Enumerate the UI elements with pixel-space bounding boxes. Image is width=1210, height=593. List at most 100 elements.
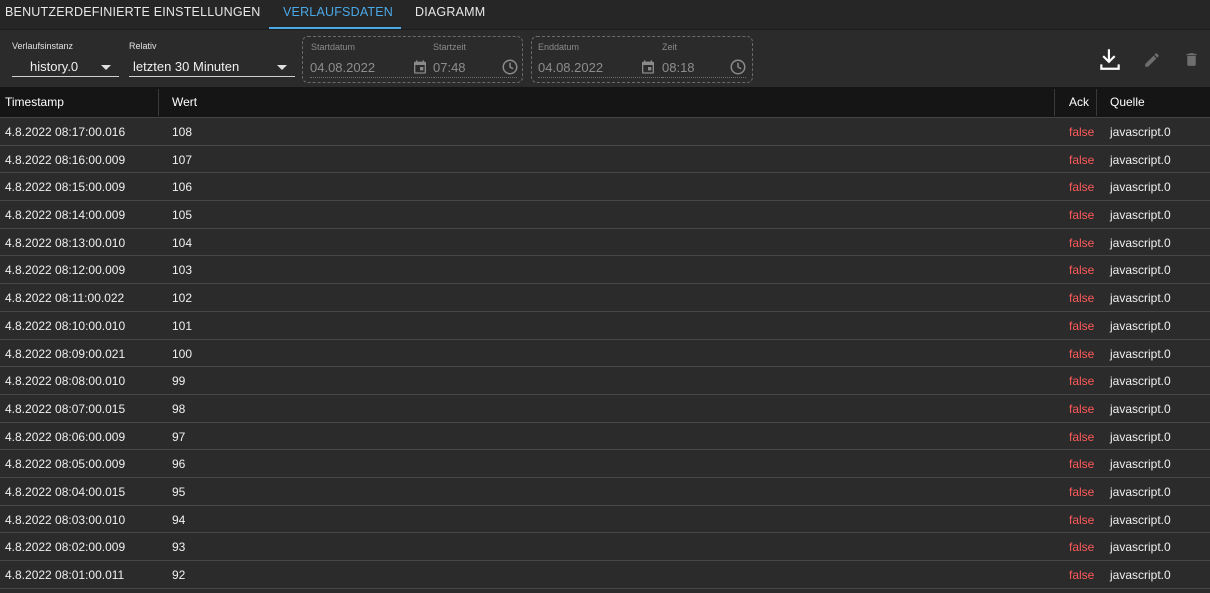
source-cell: javascript.0: [1110, 180, 1171, 195]
timestamp-cell: 4.8.2022 08:11:00.022: [5, 291, 125, 306]
value-cell: 93: [172, 540, 186, 555]
value-cell: 101: [172, 318, 193, 333]
divider: [310, 77, 434, 78]
instance-select[interactable]: history.0: [12, 55, 119, 77]
tab-history-data[interactable]: VERLAUFSDATEN: [283, 0, 393, 30]
column-divider[interactable]: [1096, 89, 1097, 116]
value-cell: 95: [172, 484, 186, 499]
table-row[interactable]: 4.8.2022 08:04:00.015 95 false javascript.0: [0, 478, 1210, 506]
column-header-ack[interactable]: Ack: [1069, 95, 1089, 109]
table-row[interactable]: 4.8.2022 08:11:00.022 102 false javascript.…: [0, 284, 1210, 312]
source-cell: javascript.0: [1110, 318, 1171, 333]
start-date-label: Startdatum: [311, 42, 356, 52]
start-time-input[interactable]: 07:48: [433, 60, 466, 75]
value-cell: 97: [172, 429, 186, 444]
source-cell: javascript.0: [1110, 346, 1171, 361]
timestamp-cell: 4.8.2022 08:14:00.009: [5, 208, 126, 223]
toolbar: Verlaufsinstanz history.0 Relativ letzte…: [0, 30, 1210, 87]
ack-cell: false: [1069, 208, 1095, 223]
calendar-icon[interactable]: [412, 59, 428, 75]
download-icon[interactable]: [1097, 46, 1123, 72]
source-cell: javascript.0: [1110, 291, 1171, 306]
table-row[interactable]: 4.8.2022 08:06:00.009 97 false javascript.0: [0, 423, 1210, 451]
table-row[interactable]: 4.8.2022 08:08:00.010 99 false javascript.0: [0, 367, 1210, 395]
chevron-down-icon: [277, 65, 287, 70]
source-cell: javascript.0: [1110, 512, 1171, 527]
timestamp-cell: 4.8.2022 08:02:00.009: [5, 540, 126, 555]
table-header: Timestamp Wert Ack Quelle: [0, 87, 1210, 118]
end-time-input[interactable]: 08:18: [662, 60, 695, 75]
timestamp-cell: 4.8.2022 08:03:00.010: [5, 512, 126, 527]
end-group: Enddatum 04.08.2022 Zeit 08:18: [531, 36, 753, 83]
timestamp-cell: 4.8.2022 08:16:00.009: [5, 152, 126, 167]
table-row[interactable]: 4.8.2022 08:07:00.015 98 false javascript.0: [0, 395, 1210, 423]
relative-select[interactable]: letzten 30 Minuten: [129, 55, 295, 77]
table-row[interactable]: 4.8.2022 08:01:00.011 92 false javascript.0: [0, 561, 1210, 589]
end-time-label: Zeit: [662, 42, 678, 52]
table-row[interactable]: 4.8.2022 08:09:00.021 100 false javascript.…: [0, 340, 1210, 368]
table-row[interactable]: 4.8.2022 08:05:00.009 96 false javascript.0: [0, 450, 1210, 478]
value-cell: 102: [172, 291, 193, 306]
divider: [662, 77, 746, 78]
calendar-icon[interactable]: [640, 59, 656, 75]
column-divider[interactable]: [1054, 89, 1055, 116]
timestamp-cell: 4.8.2022 08:10:00.010: [5, 318, 126, 333]
start-time-label: Startzeit: [433, 42, 467, 52]
tab-custom-settings[interactable]: BENUTZERDEFINIERTE EINSTELLUNGEN: [5, 0, 261, 30]
timestamp-cell: 4.8.2022 08:09:00.021: [5, 346, 126, 361]
source-cell: javascript.0: [1110, 125, 1171, 139]
value-cell: 92: [172, 568, 186, 582]
tab-chart[interactable]: DIAGRAMM: [415, 0, 485, 30]
value-cell: 106: [172, 180, 193, 195]
table-row[interactable]: 4.8.2022 08:16:00.009 107 false javascript.…: [0, 146, 1210, 174]
ack-cell: false: [1069, 235, 1095, 250]
end-date-label: Enddatum: [538, 42, 580, 52]
ack-cell: false: [1069, 346, 1095, 361]
clock-icon[interactable]: [501, 58, 519, 76]
divider: [433, 77, 517, 78]
table-row[interactable]: 4.8.2022 08:10:00.010 101 false javascript.…: [0, 312, 1210, 340]
column-divider[interactable]: [158, 89, 159, 116]
ack-cell: false: [1069, 291, 1095, 306]
timestamp-cell: 4.8.2022 08:17:00.016: [5, 125, 126, 139]
ack-cell: false: [1069, 180, 1095, 195]
clock-icon[interactable]: [729, 58, 747, 76]
table-row[interactable]: 4.8.2022 08:14:00.009 105 false javascript.…: [0, 201, 1210, 229]
source-cell: javascript.0: [1110, 429, 1171, 444]
table-row[interactable]: 4.8.2022 08:03:00.010 94 false javascript.0: [0, 506, 1210, 534]
table-row[interactable]: 4.8.2022 08:15:00.009 106 false javascript.…: [0, 173, 1210, 202]
column-header-value[interactable]: Wert: [172, 95, 197, 109]
value-cell: 100: [172, 346, 193, 361]
relative-label: Relativ: [129, 41, 157, 51]
ack-cell: false: [1069, 152, 1095, 167]
source-cell: javascript.0: [1110, 401, 1171, 416]
source-cell: javascript.0: [1110, 457, 1171, 472]
table-row[interactable]: 4.8.2022 08:13:00.010 104 false javascript.…: [0, 229, 1210, 257]
timestamp-cell: 4.8.2022 08:07:00.015: [5, 401, 126, 416]
table-row[interactable]: 4.8.2022 08:17:00.016 108 false javascript.…: [0, 118, 1210, 146]
active-tab-indicator: [269, 27, 401, 29]
instance-label: Verlaufsinstanz: [12, 41, 74, 51]
start-date-input[interactable]: 04.08.2022: [310, 60, 375, 75]
ack-cell: false: [1069, 263, 1095, 278]
value-cell: 107: [172, 152, 193, 167]
ack-cell: false: [1069, 512, 1095, 527]
value-cell: 103: [172, 263, 193, 278]
ack-cell: false: [1069, 374, 1095, 389]
trash-icon[interactable]: [1183, 51, 1200, 68]
table-row[interactable]: 4.8.2022 08:12:00.009 103 false javascript.…: [0, 256, 1210, 285]
column-header-timestamp[interactable]: Timestamp: [5, 95, 64, 109]
value-cell: 105: [172, 208, 193, 223]
table-body: 4.8.2022 08:17:00.016 108 false javascript.…: [0, 118, 1210, 589]
divider: [538, 77, 662, 78]
value-cell: 98: [172, 401, 186, 416]
table-row[interactable]: 4.8.2022 08:02:00.009 93 false javascript.0: [0, 533, 1210, 561]
ack-cell: false: [1069, 540, 1095, 555]
end-date-input[interactable]: 04.08.2022: [538, 60, 603, 75]
ack-cell: false: [1069, 568, 1095, 582]
ack-cell: false: [1069, 401, 1095, 416]
pencil-icon[interactable]: [1143, 51, 1161, 69]
column-header-source[interactable]: Quelle: [1110, 95, 1145, 109]
source-cell: javascript.0: [1110, 374, 1171, 389]
ack-cell: false: [1069, 457, 1095, 472]
